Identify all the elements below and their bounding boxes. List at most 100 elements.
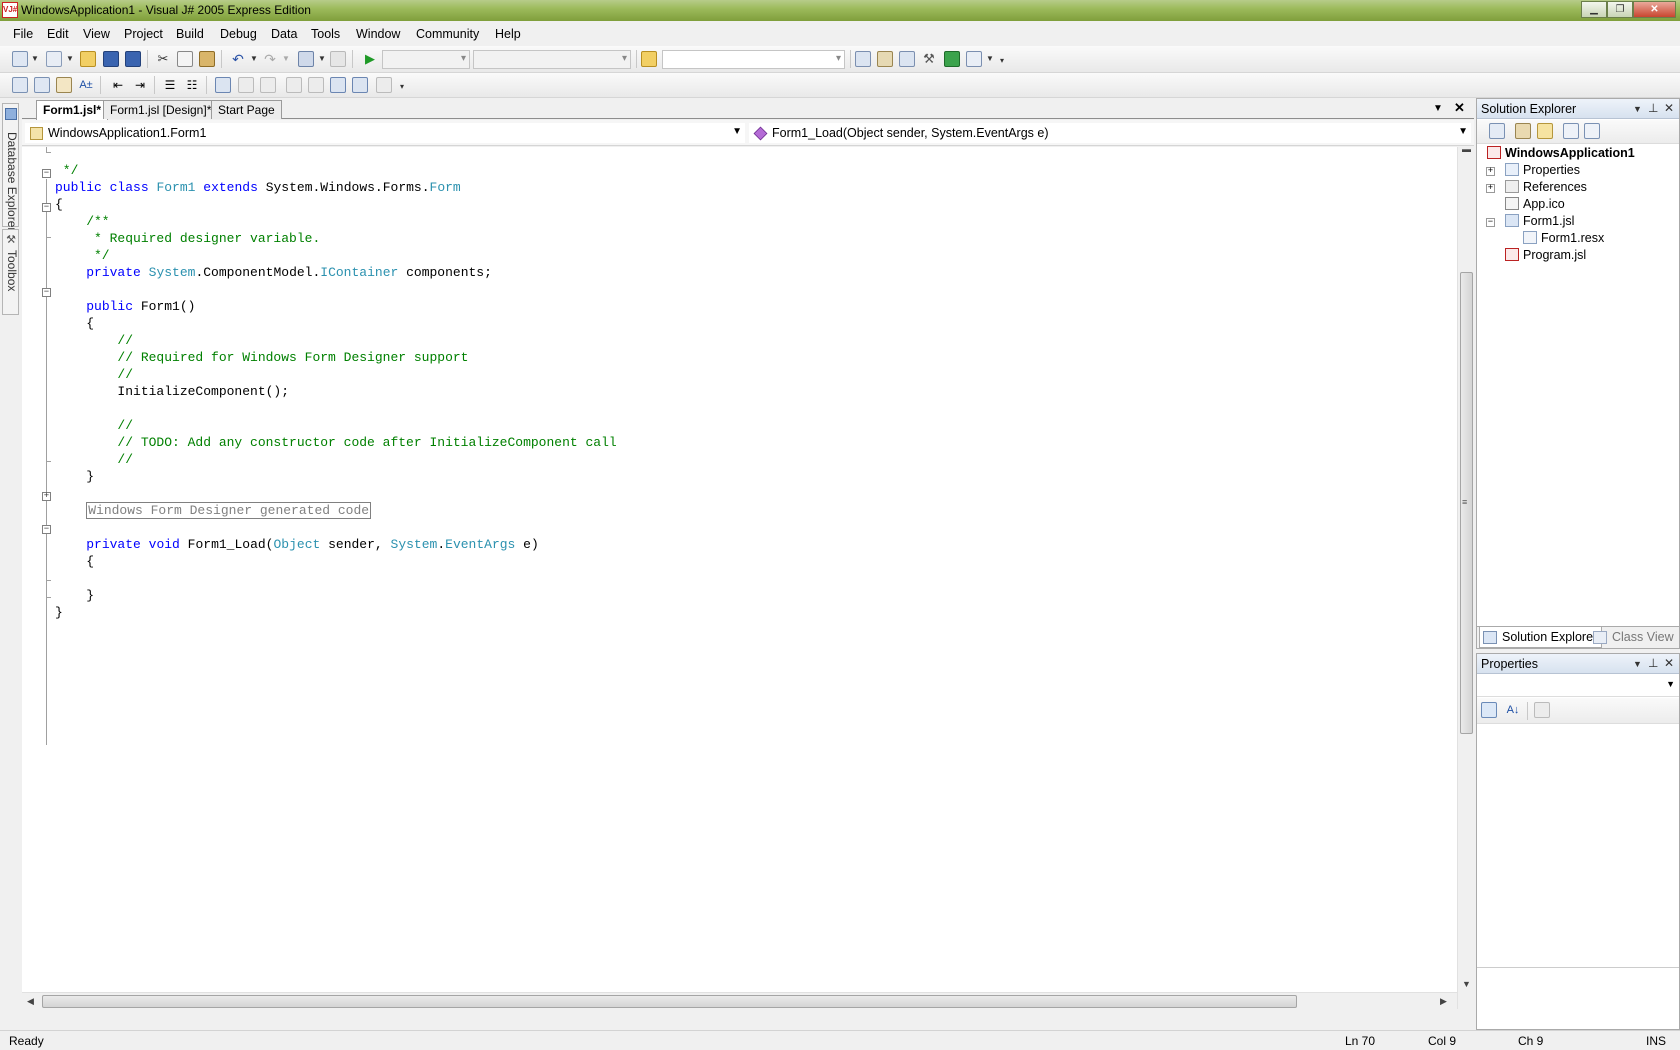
menu-help[interactable]: Help bbox=[495, 27, 521, 41]
menu-view[interactable]: View bbox=[83, 27, 110, 41]
solution-explorer-icon[interactable] bbox=[855, 51, 871, 67]
close-document-icon[interactable]: ✕ bbox=[1454, 100, 1465, 116]
comment-lines-icon[interactable]: ☰ bbox=[162, 77, 178, 93]
tab-start-page[interactable]: Start Page bbox=[211, 100, 282, 119]
tree-project[interactable]: WindowsApplication1 bbox=[1487, 145, 1635, 162]
other-windows-icon[interactable] bbox=[966, 51, 982, 67]
new-project-icon[interactable] bbox=[12, 51, 28, 67]
tab-form1-jsl[interactable]: Form1.jsl* bbox=[36, 100, 109, 120]
view-designer-icon[interactable] bbox=[1584, 123, 1600, 139]
scroll-right-arrow-icon[interactable]: ▶ bbox=[1440, 996, 1447, 1007]
collapse-method-icon[interactable]: − bbox=[42, 525, 51, 534]
expand-region-icon[interactable]: + bbox=[42, 492, 51, 501]
properties-window-icon[interactable] bbox=[877, 51, 893, 67]
tab-solution-explorer[interactable]: Solution Explorer bbox=[1479, 627, 1603, 648]
categorized-icon[interactable] bbox=[1481, 702, 1497, 718]
next-bookmark-document-icon[interactable] bbox=[352, 77, 368, 93]
new-project-dropdown-icon[interactable]: ▼ bbox=[31, 54, 39, 63]
menu-debug[interactable]: Debug bbox=[220, 27, 257, 41]
undo-icon[interactable]: ↶ bbox=[230, 51, 246, 67]
object-browser-icon[interactable] bbox=[899, 51, 915, 67]
complete-word-icon[interactable]: A± bbox=[78, 77, 94, 93]
object-member-list-icon[interactable] bbox=[12, 77, 28, 93]
vjsharp-app-icon[interactable]: VJ# bbox=[2, 2, 18, 18]
uncomment-lines-icon[interactable]: ☷ bbox=[184, 77, 200, 93]
save-all-icon[interactable] bbox=[125, 51, 141, 67]
auto-hide-pin-icon[interactable]: ⊥ bbox=[1648, 101, 1658, 115]
start-page-icon[interactable] bbox=[944, 51, 960, 67]
member-combo[interactable]: Form1_Load(Object sender, System.EventAr… bbox=[749, 123, 1471, 143]
menu-community[interactable]: Community bbox=[416, 27, 479, 41]
code-editor[interactable]: − − − + − */ public class Form1 extends S… bbox=[22, 144, 1474, 1009]
object-selector-combo[interactable]: ▼ bbox=[1477, 675, 1679, 697]
show-all-files-icon[interactable] bbox=[1515, 123, 1531, 139]
collapse-comment-icon[interactable]: − bbox=[42, 203, 51, 212]
toggle-bookmark-icon[interactable] bbox=[215, 77, 231, 93]
collapsed-region[interactable]: Windows Form Designer generated code bbox=[86, 502, 372, 519]
object-selector-arrow-icon[interactable]: ▼ bbox=[1666, 679, 1675, 689]
toolbox-tab[interactable]: ⚒ Toolbox bbox=[2, 229, 19, 315]
collapse-form1-icon[interactable]: − bbox=[1486, 218, 1495, 227]
tree-item-properties[interactable]: Properties bbox=[1505, 162, 1580, 179]
minimize-button[interactable]: ▁ bbox=[1581, 1, 1607, 18]
parameter-info-icon[interactable] bbox=[34, 77, 50, 93]
paste-icon[interactable] bbox=[199, 51, 215, 67]
class-combo-arrow-icon[interactable]: ▼ bbox=[732, 126, 742, 137]
menu-tools[interactable]: Tools bbox=[311, 27, 340, 41]
save-icon[interactable] bbox=[103, 51, 119, 67]
add-item-icon[interactable] bbox=[46, 51, 62, 67]
tree-item-form1-jsl[interactable]: Form1.jsl bbox=[1505, 213, 1574, 230]
member-combo-arrow-icon[interactable]: ▼ bbox=[1458, 126, 1468, 137]
view-code-icon[interactable] bbox=[1563, 123, 1579, 139]
maximize-button[interactable]: ❐ bbox=[1607, 1, 1633, 18]
increase-indent-icon[interactable]: ⇥ bbox=[132, 77, 148, 93]
scroll-left-arrow-icon[interactable]: ◀ bbox=[27, 996, 34, 1007]
close-panel-icon[interactable]: ✕ bbox=[1664, 656, 1674, 670]
vertical-scrollbar[interactable]: ▬ ≡ ▼ bbox=[1457, 144, 1474, 1009]
menu-project[interactable]: Project bbox=[124, 27, 163, 41]
collapse-constructor-icon[interactable]: − bbox=[42, 288, 51, 297]
active-files-dropdown-icon[interactable]: ▼ bbox=[1433, 103, 1443, 114]
menu-window[interactable]: Window bbox=[356, 27, 400, 41]
decrease-indent-icon[interactable]: ⇤ bbox=[110, 77, 126, 93]
scroll-up-arrow-icon[interactable]: ▬ bbox=[1462, 144, 1471, 154]
previous-bookmark-document-icon[interactable] bbox=[330, 77, 346, 93]
expand-references-icon[interactable]: + bbox=[1486, 184, 1495, 193]
find-in-files-icon[interactable] bbox=[641, 51, 657, 67]
expand-properties-icon[interactable]: + bbox=[1486, 167, 1495, 176]
close-panel-icon[interactable]: ✕ bbox=[1664, 101, 1674, 115]
tree-item-form1-resx[interactable]: Form1.resx bbox=[1523, 230, 1604, 247]
horizontal-scrollbar[interactable]: ◀ ▶ bbox=[22, 992, 1457, 1009]
window-position-icon[interactable]: ▼ bbox=[1633, 659, 1642, 669]
toolbox-icon[interactable]: ⚒ bbox=[921, 51, 937, 67]
other-windows-dropdown-icon[interactable]: ▼ bbox=[986, 54, 994, 63]
close-button[interactable]: ✕ bbox=[1633, 1, 1676, 18]
navigate-dropdown-icon[interactable]: ▼ bbox=[318, 54, 326, 63]
tab-class-view[interactable]: Class View bbox=[1590, 627, 1678, 648]
menu-edit[interactable]: Edit bbox=[47, 27, 69, 41]
tab-form1-design[interactable]: Form1.jsl [Design]* bbox=[103, 100, 219, 119]
find-combo[interactable] bbox=[662, 50, 845, 69]
open-file-icon[interactable] bbox=[80, 51, 96, 67]
window-position-icon[interactable]: ▼ bbox=[1633, 104, 1642, 114]
horizontal-scroll-thumb[interactable] bbox=[42, 995, 1297, 1008]
quick-info-icon[interactable] bbox=[56, 77, 72, 93]
toolbar-options-icon[interactable]: ▾ bbox=[400, 82, 404, 91]
navigate-backward-icon[interactable] bbox=[298, 51, 314, 67]
menu-build[interactable]: Build bbox=[176, 27, 204, 41]
tree-item-app-ico[interactable]: App.ico bbox=[1505, 196, 1565, 213]
class-combo[interactable]: WindowsApplication1.Form1 ▼ bbox=[25, 123, 745, 143]
collapse-class-icon[interactable]: − bbox=[42, 169, 51, 178]
auto-hide-pin-icon[interactable]: ⊥ bbox=[1648, 656, 1658, 670]
cut-icon[interactable]: ✂ bbox=[155, 51, 171, 67]
add-item-dropdown-icon[interactable]: ▼ bbox=[66, 54, 74, 63]
tree-item-program-jsl[interactable]: Program.jsl bbox=[1505, 247, 1586, 264]
refresh-icon[interactable] bbox=[1537, 123, 1553, 139]
properties-icon[interactable] bbox=[1489, 123, 1505, 139]
undo-dropdown-icon[interactable]: ▼ bbox=[250, 54, 258, 63]
menu-data[interactable]: Data bbox=[271, 27, 297, 41]
scroll-down-arrow-icon[interactable]: ▼ bbox=[1462, 979, 1471, 989]
menu-file[interactable]: File bbox=[13, 27, 33, 41]
toolbar-options-icon[interactable]: ▾ bbox=[1000, 56, 1004, 65]
alphabetical-icon[interactable]: A↓ bbox=[1505, 702, 1521, 718]
